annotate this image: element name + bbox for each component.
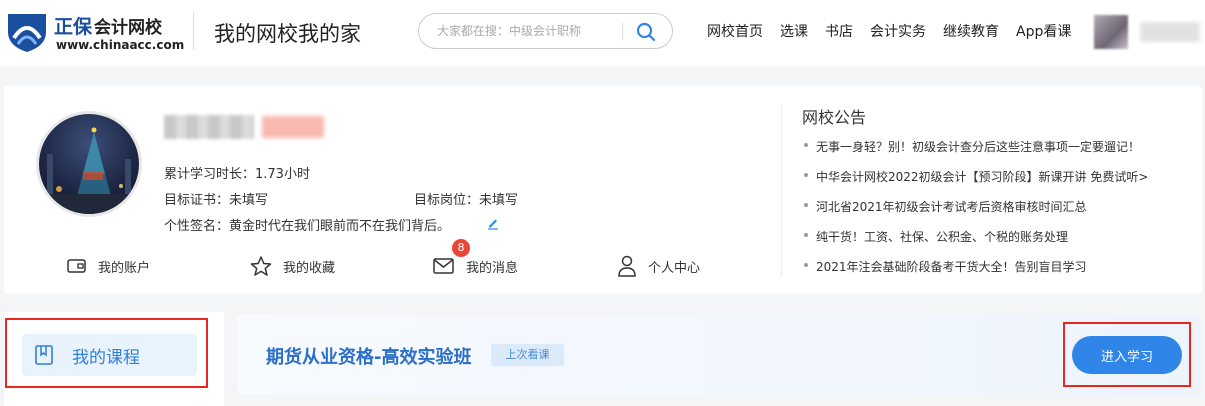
logo-text: 正保 会计网校 — [54, 12, 162, 39]
user-icon — [618, 255, 636, 277]
personal-center-label: 个人中心 — [648, 260, 701, 276]
notice-item[interactable]: 纯干货！工资、社保、公积金、个税的账务处理 — [802, 228, 1148, 258]
username-blurred — [164, 115, 254, 139]
nav-select-course[interactable]: 选课 — [780, 21, 808, 41]
nav-bookstore[interactable]: 书店 — [825, 21, 853, 41]
sidebar-item-my-course[interactable]: 我的课程 — [22, 334, 197, 376]
target-certificate: 目标证书：未填写 — [164, 193, 269, 208]
message-count-badge: 8 — [452, 239, 470, 257]
my-messages-link[interactable]: 我的消息 — [432, 255, 518, 277]
logo-url: www.chinaacc.com — [56, 38, 185, 52]
notice-item[interactable]: 中华会计网校2022初级会计【预习阶段】新课开讲 免费试听> — [802, 168, 1148, 198]
logo-sub: 会计网校 — [94, 18, 163, 38]
edit-icon[interactable] — [486, 216, 500, 230]
nav-accounting-practice[interactable]: 会计实务 — [870, 21, 926, 41]
wallet-icon — [67, 259, 86, 273]
star-icon — [250, 256, 272, 276]
main-nav: 网校首页 选课 书店 会计实务 继续教育 App看课 — [707, 21, 1088, 41]
nav-continuing-education[interactable]: 继续教育 — [943, 21, 999, 41]
target-position: 目标岗位：未填写 — [414, 193, 519, 208]
logo-brand: 正保 — [54, 16, 93, 38]
search-icon[interactable] — [634, 20, 658, 44]
search-separator — [622, 23, 623, 40]
my-course-label: 我的课程 — [72, 347, 140, 368]
last-watched-tag[interactable]: 上次看课 — [491, 344, 564, 366]
my-account-label: 我的账户 — [98, 260, 151, 276]
notice-title: 网校公告 — [802, 108, 867, 127]
signature: 个性签名：黄金时代在我们眼前而不在我们背后。 — [164, 219, 451, 234]
site-logo[interactable]: 正保 会计网校 www.chinaacc.com — [4, 6, 184, 58]
profile-card: 累计学习时长：1.73小时 目标证书：未填写 目标岗位：未填写 个性签名：黄金时… — [4, 86, 1202, 294]
notice-item[interactable]: 无事一身轻？别！初级会计查分后这些注意事项一定要遛记！ — [802, 138, 1148, 168]
search-input[interactable] — [437, 22, 627, 40]
my-messages-label: 我的消息 — [466, 260, 519, 276]
book-icon — [35, 345, 53, 365]
enter-study-button[interactable]: 进入学习 — [1072, 336, 1182, 374]
mail-icon — [433, 258, 454, 274]
notice-item[interactable]: 2021年注会基础阶段备考干货大全！告别盲目学习 — [802, 258, 1148, 288]
card-divider — [781, 104, 782, 276]
user-level-badge — [262, 116, 324, 138]
personal-center-link[interactable]: 个人中心 — [616, 255, 700, 277]
header-divider — [193, 12, 194, 50]
notice-list: 无事一身轻？别！初级会计查分后这些注意事项一定要遛记！ 中华会计网校2022初级… — [802, 138, 1148, 288]
top-header: 正保会计网校 www.chinaacc.com 我的网校我的家 网校首页 选课 … — [0, 0, 1205, 66]
my-favorites-link[interactable]: 我的收藏 — [249, 255, 335, 277]
nav-home[interactable]: 网校首页 — [707, 21, 763, 41]
profile-avatar[interactable] — [39, 114, 139, 214]
course-title[interactable]: 期货从业资格-高效实验班 — [266, 343, 471, 369]
user-avatar[interactable] — [1094, 15, 1128, 49]
christmas-tree-photo — [39, 127, 139, 214]
user-name-blurred[interactable] — [1140, 22, 1200, 42]
my-account-link[interactable]: 我的账户 — [66, 255, 150, 277]
notice-item[interactable]: 河北省2021年初级会计考试考后资格审核时间汇总 — [802, 198, 1148, 228]
nav-app-courses[interactable]: App看课 — [1016, 21, 1071, 41]
logo-mark-icon — [8, 14, 46, 52]
page-title: 我的网校我的家 — [214, 22, 361, 46]
search-box — [418, 13, 673, 49]
my-favorites-label: 我的收藏 — [283, 260, 336, 276]
study-time: 累计学习时长：1.73小时 — [164, 167, 310, 182]
